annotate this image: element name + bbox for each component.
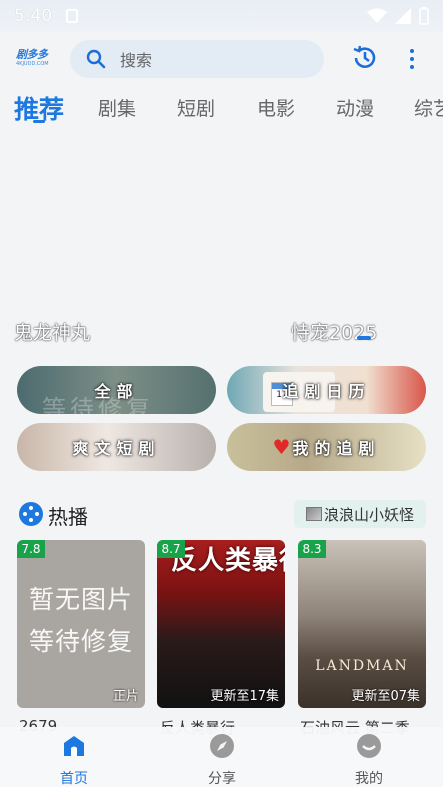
card-status: 更新至07集 (351, 689, 420, 704)
banner-carousel[interactable]: 鬼龙神丸 恃宠2025 (0, 140, 443, 350)
logo-text: 剧多多 (16, 48, 48, 61)
home-icon (64, 736, 84, 756)
category-my-follow-button[interactable]: ♥ 我的追剧 (227, 423, 426, 471)
category-all-label: 全部 (94, 382, 139, 401)
video-card[interactable]: 7.8 暂无图片 等待修复 正片 (17, 540, 145, 708)
tag-thumbnail-icon (306, 507, 322, 521)
wifi-icon (367, 8, 387, 23)
profile-icon (357, 734, 381, 758)
nav-home[interactable]: 首页 (34, 733, 114, 787)
card-status: 更新至17集 (210, 689, 279, 704)
tab-series[interactable]: 剧集 (98, 94, 136, 121)
tab-movie[interactable]: 电影 (257, 94, 295, 121)
rating-badge: 7.8 (17, 540, 45, 558)
active-tab-indicator (33, 120, 45, 123)
banner-title-left[interactable]: 鬼龙神丸 (14, 318, 90, 345)
battery-icon (419, 7, 429, 25)
app-logo: 剧多多 4KJUDD.COM (16, 46, 56, 70)
logo-subtext: 4KJUDD.COM (16, 61, 49, 67)
heart-icon: ♥ (272, 435, 291, 459)
more-options-icon[interactable] (404, 46, 420, 72)
category-all-button[interactable]: 等待修复 全部 (17, 366, 216, 414)
category-short-drama-label: 爽文短剧 (72, 439, 161, 458)
top-header: 剧多多 4KJUDD.COM 搜索 (0, 36, 443, 82)
tab-anime[interactable]: 动漫 (336, 94, 374, 121)
nav-profile-label: 我的 (355, 771, 383, 787)
history-icon (353, 45, 376, 68)
poster-title: LANDMAN (315, 658, 409, 674)
hot-section-header: 热播 浪浪山小妖怪 (17, 500, 427, 530)
tab-variety[interactable]: 综艺 (414, 94, 443, 121)
rating-badge: 8.7 (157, 540, 185, 558)
hot-recommend-tag[interactable]: 浪浪山小妖怪 (294, 500, 426, 528)
nav-profile[interactable]: 我的 (329, 733, 409, 787)
signal-icon (395, 8, 411, 24)
carousel-indicator (357, 336, 371, 340)
category-calendar-label: 追剧日历 (282, 382, 371, 401)
category-short-drama-button[interactable]: 爽文短剧 (17, 423, 216, 471)
category-tabs: 推荐 剧集 短剧 电影 动漫 综艺 (0, 88, 443, 130)
card-status: 正片 (112, 689, 139, 704)
hot-tag-label: 浪浪山小妖怪 (324, 505, 415, 524)
nav-share[interactable]: 分享 (182, 733, 262, 787)
bottom-navigation: 首页 分享 我的 (0, 727, 443, 787)
search-placeholder: 搜索 (120, 51, 153, 70)
compass-icon (210, 734, 234, 758)
sim-card-icon (66, 9, 79, 23)
rating-badge: 8.3 (298, 540, 326, 558)
banner-title-right[interactable]: 恃宠2025 (291, 318, 377, 345)
poster-title: 反人类暴行 (171, 546, 285, 576)
placeholder-text: 等待修复 (28, 627, 133, 656)
hot-icon (19, 502, 43, 526)
status-icons (367, 7, 429, 25)
search-bar[interactable]: 搜索 (70, 40, 324, 78)
history-button[interactable] (351, 44, 379, 72)
video-card[interactable]: 8.3 LANDMAN 更新至07集 (298, 540, 426, 708)
placeholder-text: 暂无图片 (28, 585, 133, 614)
category-calendar-button[interactable]: 17 追剧日历 (227, 366, 426, 414)
search-icon (86, 49, 106, 69)
status-bar: 5:40 (0, 0, 443, 32)
category-my-follow-label: 我的追剧 (292, 439, 381, 458)
hot-section-title: 热播 (48, 505, 88, 529)
tab-short-drama[interactable]: 短剧 (177, 94, 215, 121)
status-time: 5:40 (14, 6, 53, 26)
video-card[interactable]: 反人类暴行 8.7 更新至17集 (157, 540, 285, 708)
nav-share-label: 分享 (208, 771, 236, 787)
nav-home-label: 首页 (60, 771, 88, 787)
